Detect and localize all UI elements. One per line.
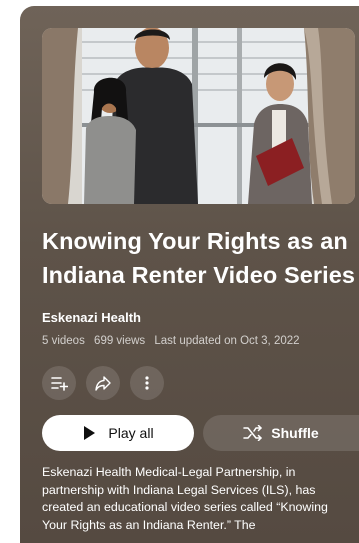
- playlist-title: Knowing Your Rights as an Indiana Renter…: [42, 228, 356, 288]
- play-icon: [84, 426, 96, 440]
- play-all-button[interactable]: Play all: [42, 415, 194, 451]
- view-count: 699 views: [94, 335, 146, 347]
- save-to-library-button[interactable]: [42, 366, 76, 400]
- shuffle-icon: [243, 425, 263, 441]
- save-to-library-icon: [51, 377, 68, 391]
- more-options-icon: [145, 376, 149, 390]
- play-all-label: Play all: [108, 425, 154, 441]
- playlist-header-panel: Knowing Your Rights as an Indiana Renter…: [20, 6, 359, 543]
- more-options-button[interactable]: [130, 366, 164, 400]
- share-button[interactable]: [86, 366, 120, 400]
- playlist-meta: 5 videos 699 views Last updated on Oct 3…: [42, 335, 306, 347]
- video-count: 5 videos: [42, 335, 85, 347]
- playlist-description: Eskenazi Health Medical-Legal Partnershi…: [42, 465, 328, 532]
- share-icon: [95, 376, 111, 391]
- channel-name[interactable]: Eskenazi Health: [42, 310, 141, 325]
- shuffle-label: Shuffle: [271, 425, 319, 441]
- playlist-thumbnail[interactable]: [42, 28, 355, 204]
- playlist-action-icons: [42, 366, 164, 400]
- last-updated: Last updated on Oct 3, 2022: [154, 335, 300, 347]
- thumbnail-image: [42, 28, 355, 204]
- shuffle-button[interactable]: Shuffle: [203, 415, 359, 451]
